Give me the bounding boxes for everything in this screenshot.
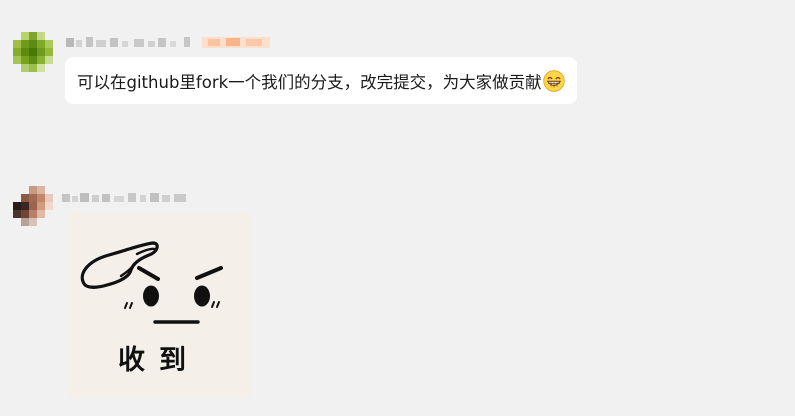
chat-history: 可以在github里fork一个我们的分支，改完提交，为大家做贡献 收到 bbox=[0, 0, 795, 416]
message-text: 可以在github里fork一个我们的分支，改完提交，为大家做贡献 bbox=[77, 72, 542, 92]
avatar[interactable] bbox=[13, 186, 53, 226]
sticker-message[interactable]: 收到 bbox=[65, 212, 253, 399]
message-bubble[interactable]: 可以在github里fork一个我们的分支，改完提交，为大家做贡献 bbox=[65, 57, 577, 104]
grinning-face-with-smiling-eyes-icon bbox=[542, 69, 565, 92]
sender-name-blurred bbox=[62, 190, 192, 204]
sticker-caption: 收到 bbox=[118, 345, 200, 376]
sender-name-blurred bbox=[66, 35, 271, 49]
avatar[interactable] bbox=[13, 32, 53, 72]
